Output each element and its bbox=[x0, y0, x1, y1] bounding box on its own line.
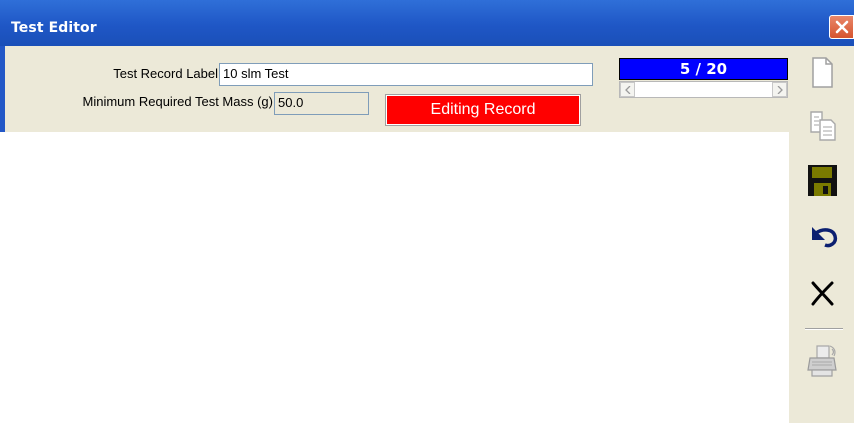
delete-icon bbox=[811, 281, 834, 306]
arrow-left-icon bbox=[625, 86, 631, 94]
save-icon bbox=[808, 165, 837, 196]
side-toolbar bbox=[789, 46, 854, 423]
save-button[interactable] bbox=[801, 159, 841, 199]
undo-button[interactable] bbox=[801, 215, 841, 255]
print-icon bbox=[807, 345, 837, 377]
title-bar: Test Editor bbox=[0, 0, 854, 46]
close-icon bbox=[835, 20, 849, 34]
scroll-left-button[interactable] bbox=[620, 82, 635, 97]
min-mass-field[interactable]: 50.0 bbox=[274, 92, 369, 115]
copy-record-button[interactable] bbox=[801, 104, 841, 144]
window-title: Test Editor bbox=[11, 20, 97, 36]
record-label-input[interactable]: 10 slm Test bbox=[219, 63, 593, 86]
close-button[interactable] bbox=[829, 15, 854, 39]
toolbar-separator bbox=[805, 328, 843, 330]
min-mass-caption: Minimum Required Test Mass (g) bbox=[82, 94, 273, 109]
record-panel: Test Record Label 10 slm Test Minimum Re… bbox=[0, 46, 789, 132]
record-counter: 5 / 20 bbox=[619, 58, 788, 80]
scroll-right-button[interactable] bbox=[772, 82, 787, 97]
editing-status-badge: Editing Record bbox=[385, 94, 581, 126]
undo-icon bbox=[812, 227, 838, 248]
copy-record-icon bbox=[810, 111, 836, 141]
new-record-button[interactable] bbox=[801, 50, 841, 90]
print-button[interactable] bbox=[801, 340, 841, 380]
delete-button[interactable] bbox=[801, 271, 841, 311]
record-label-caption: Test Record Label bbox=[113, 66, 218, 81]
arrow-right-icon bbox=[777, 86, 783, 94]
record-scrollbar[interactable] bbox=[619, 81, 788, 98]
new-record-icon bbox=[812, 57, 833, 88]
